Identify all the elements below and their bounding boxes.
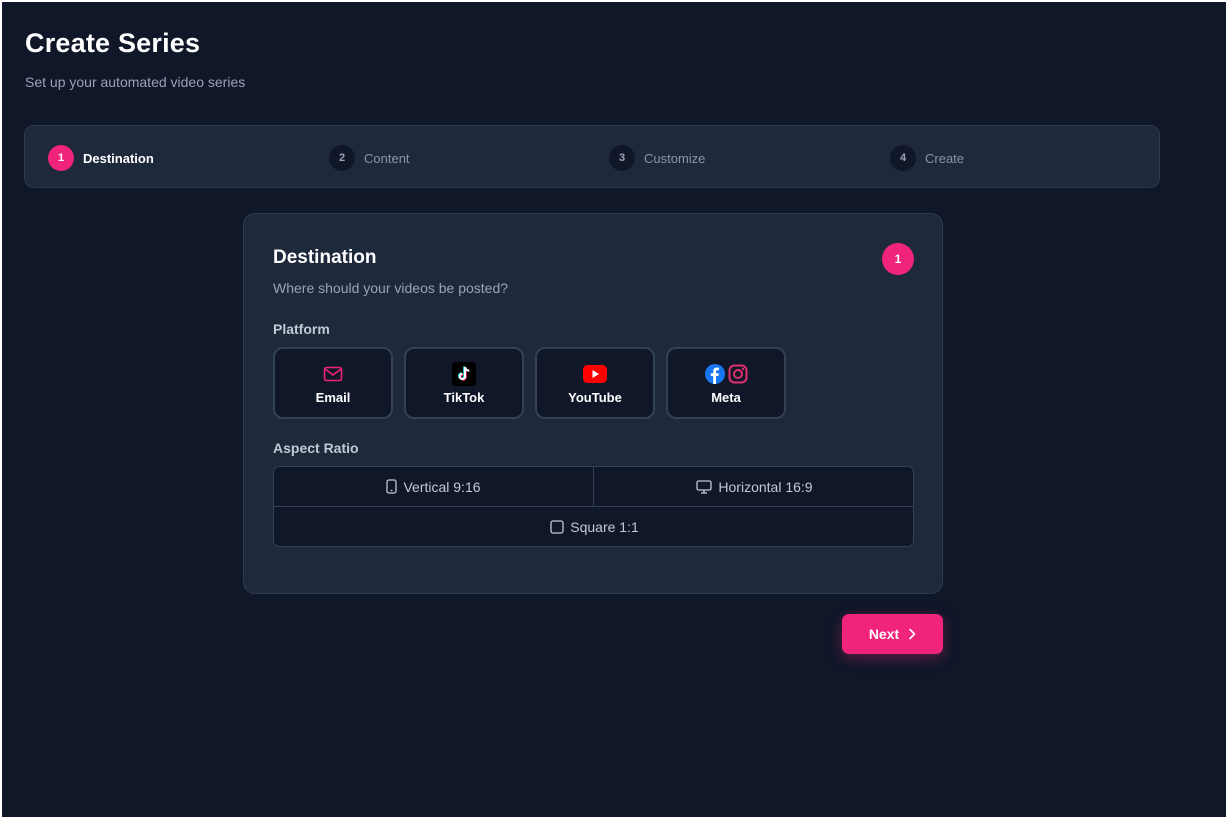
card-title: Destination <box>273 247 377 268</box>
tiktok-icon <box>452 361 476 386</box>
platform-youtube-button[interactable]: YouTube <box>535 347 655 419</box>
step-number: 3 <box>609 145 635 171</box>
platform-label: TikTok <box>443 389 485 405</box>
platform-email-button[interactable]: Email <box>273 347 393 419</box>
step-label: Destination <box>83 150 154 166</box>
page-title: Create Series <box>25 28 201 58</box>
step-create[interactable]: 4 Create <box>890 145 964 171</box>
next-button[interactable]: Next <box>842 614 943 654</box>
step-number: 1 <box>48 145 74 171</box>
step-label: Customize <box>644 150 706 166</box>
aspect-label: Vertical 9:16 <box>403 478 481 495</box>
square-icon <box>550 520 564 534</box>
platform-tiktok-button[interactable]: TikTok <box>404 347 524 419</box>
stepper: 1 Destination 2 Content 3 Customize 4 Cr… <box>24 125 1160 188</box>
mail-icon <box>323 366 343 381</box>
aspect-ratio-section-label: Aspect Ratio <box>273 440 359 456</box>
platform-label: Email <box>315 389 351 405</box>
step-destination[interactable]: 1 Destination <box>48 145 154 171</box>
platform-options: Email TikTok YouTube Meta <box>273 347 786 419</box>
aspect-vertical-button[interactable]: Vertical 9:16 <box>274 467 594 507</box>
instagram-icon <box>728 364 747 383</box>
step-content[interactable]: 2 Content <box>329 145 410 171</box>
phone-icon <box>386 479 398 494</box>
platform-section-label: Platform <box>273 321 330 337</box>
platform-meta-button[interactable]: Meta <box>666 347 786 419</box>
youtube-icon <box>583 364 607 383</box>
step-number: 4 <box>890 145 916 171</box>
step-label: Create <box>925 150 965 166</box>
platform-label: YouTube <box>568 389 622 405</box>
card-subtitle: Where should your videos be posted? <box>273 280 509 296</box>
step-badge: 1 <box>882 243 914 275</box>
chevron-right-icon <box>909 628 916 640</box>
aspect-label: Square 1:1 <box>570 519 639 535</box>
aspect-label: Horizontal 16:9 <box>718 478 813 495</box>
facebook-icon <box>704 363 725 384</box>
monitor-icon <box>696 479 713 494</box>
step-customize[interactable]: 3 Customize <box>609 145 705 171</box>
step-label: Content <box>364 150 410 166</box>
next-label: Next <box>868 626 900 642</box>
aspect-horizontal-button[interactable]: Horizontal 16:9 <box>594 467 913 507</box>
aspect-square-button[interactable]: Square 1:1 <box>274 507 913 546</box>
step-number: 2 <box>329 145 355 171</box>
platform-label: Meta <box>711 389 741 405</box>
app-root: Create Series Set up your automated vide… <box>2 2 1226 817</box>
destination-card: Destination Where should your videos be … <box>243 213 943 594</box>
aspect-ratio-options: Vertical 9:16 Horizontal 16:9 Square 1:1 <box>273 466 914 547</box>
page-subtitle: Set up your automated video series <box>25 74 246 90</box>
